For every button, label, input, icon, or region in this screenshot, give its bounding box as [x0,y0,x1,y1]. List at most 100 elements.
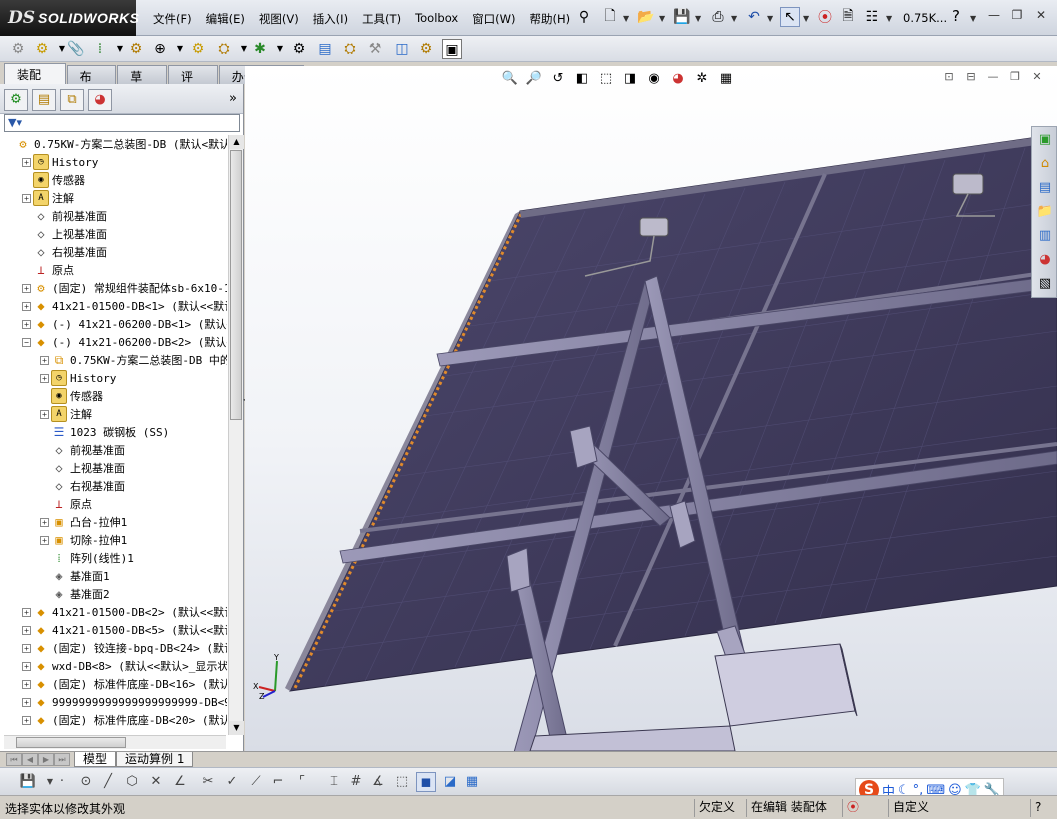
expand-plus-icon[interactable]: + [40,535,49,545]
appearances-icon[interactable]: ◕ [1034,249,1056,271]
solidworks-resources-icon[interactable]: ▣ [1034,129,1056,151]
view-orientation-icon[interactable]: ⬚ [596,69,616,89]
tree-node[interactable]: + ◆ wxd-DB<8> (默认<<默认>_显示状态 [22,657,227,675]
tree-filter-input[interactable]: ▼▾ [4,114,240,132]
menu-item-0[interactable]: 文件(F) [146,9,199,29]
tree-node[interactable]: ◉ 传感器 [40,387,103,405]
last-tab-icon[interactable]: ⏭ [54,753,70,766]
trim-icon[interactable]: ✕ [146,772,166,792]
check-icon[interactable]: ✓ [222,772,242,792]
save-dropdown-icon[interactable]: ▼ [695,14,701,23]
tree-node[interactable]: ☰ 1023 碳钢板 (SS) [40,423,170,441]
section-view-icon[interactable]: ◧ [572,69,592,89]
tree-node[interactable]: ◇ 前视基准面 [22,207,107,225]
options-dropdown-icon[interactable]: ▼ [886,14,892,23]
menu-item-2[interactable]: 视图(V) [252,9,306,29]
command-tab-3[interactable]: 评估 [168,65,218,101]
tree-node[interactable]: + ◆ (固定) 铰连接-bpq-DB<24> (默认 [22,639,227,657]
tree-node[interactable]: + ▣ 凸台-拉伸1 [40,513,127,531]
grid-icon[interactable]: # [346,772,366,792]
expand-plus-icon[interactable]: + [22,715,31,725]
expand-plus-icon[interactable]: + [22,319,31,329]
graphics-area[interactable]: 🔍 🔎 ↺ ◧ ⬚ ◨ ◉ ◕ ✲ ▦ ⊡ ⊟ — ❐ ✕ ▣ ⌂ ▤ 📁 ▥ … [245,66,1057,751]
display-style-icon[interactable]: ◨ [620,69,640,89]
minimize-window-icon[interactable]: — [985,8,1003,24]
solidworks-logo[interactable]: DS SOLIDWORKS [0,0,139,36]
menu-item-4[interactable]: 工具(T) [355,9,408,29]
bill-of-materials-icon[interactable]: ▤ [315,39,335,59]
save-icon[interactable]: 💾 [18,772,38,792]
menu-item-5[interactable]: Toolbox [408,9,465,29]
tab-motion-study[interactable]: 运动算例 1 [116,752,194,767]
view-palette-icon[interactable]: ▥ [1034,225,1056,247]
expand-plus-icon[interactable]: + [22,643,31,653]
table-icon[interactable]: ▦ [462,772,482,792]
print-dropdown-icon[interactable]: ▼ [731,14,737,23]
first-tab-icon[interactable]: ⏮ [6,753,22,766]
property-manager-tab-icon[interactable]: ▤ [32,89,56,111]
tree-node[interactable]: + ⚙ (固定) 常规组件装配体sb-6x10-15 [22,279,227,297]
menu-item-1[interactable]: 编辑(E) [199,9,252,29]
expand-plus-icon[interactable]: + [22,607,31,617]
horizontal-scroll-thumb[interactable] [16,737,126,748]
rebuild-status-icon[interactable]: ⦿ [842,799,863,817]
tree-node[interactable]: + ◆ 41x21-01500-DB<1> (默认<<默认>_ [22,297,227,315]
angle-dimension-icon[interactable]: ∡ [368,772,388,792]
new-part-icon[interactable]: ⚙ [32,39,52,59]
previous-view-icon[interactable]: ↺ [548,69,568,89]
rebuild-traffic-light-icon[interactable]: ⦿ [815,7,835,27]
corner-icon[interactable]: ⌐ [268,772,288,792]
reference-geometry-icon[interactable]: ✱ [250,39,270,59]
viewport-close-icon[interactable]: ✕ [1029,70,1045,84]
cut-icon[interactable]: ✂ [198,772,218,792]
save-icon[interactable]: 💾 [672,7,692,27]
expand-plus-icon[interactable]: + [22,283,31,293]
circle-icon[interactable]: ⊙ [76,772,96,792]
tree-node[interactable]: ◈ 基准面1 [40,567,109,585]
point-icon[interactable]: · [52,772,72,792]
tree-node[interactable]: + ⧉ 0.75KW-方案二总装图-DB 中的配 [40,351,227,369]
scroll-down-icon[interactable]: ▼ [229,721,244,735]
undo-icon[interactable]: ↶ [744,7,764,27]
viewport-tile-icon[interactable]: ⊡ [941,70,957,84]
help-bubble-icon[interactable]: ? [1030,799,1045,817]
custom-properties-icon[interactable]: ▧ [1034,273,1056,295]
tree-node[interactable]: + ◆ 41x21-01500-DB<2> (默认<<默认>_ [22,603,227,621]
new-motion-study-icon[interactable]: ⚙ [289,39,309,59]
select-arrow-icon[interactable]: ↖ [780,7,800,27]
menu-item-6[interactable]: 窗口(W) [465,9,522,29]
collapse-minus-icon[interactable]: − [22,337,31,347]
apply-scene-icon[interactable]: ✲ [692,69,712,89]
tree-vertical-scrollbar[interactable]: ▲ ▼ [228,135,244,735]
file-properties-icon[interactable]: 🗎 [838,7,858,27]
open-folder-icon[interactable]: 📂 [636,7,656,27]
file-explorer-icon[interactable]: ▤ [1034,177,1056,199]
solar-tracker-model[interactable] [245,66,1057,751]
expand-chevron-icon[interactable]: » [229,91,237,106]
tree-node[interactable]: −◆ (-) 41x21-06200-DB<2> (默认<<默 [22,333,227,351]
next-tab-icon[interactable]: ▶ [38,753,54,766]
linear-pattern-icon[interactable]: ⁞ [90,39,110,59]
zoom-to-fit-icon[interactable]: 🔍 [500,69,520,89]
expand-plus-icon[interactable]: + [40,355,49,365]
command-tab-2[interactable]: 草图 [117,65,168,101]
menu-item-7[interactable]: 帮助(H) [523,9,578,29]
open-dropdown-icon[interactable]: ▼ [659,14,665,23]
insert-component-icon[interactable]: ⚙ [8,39,28,59]
design-library-icon[interactable]: ⌂ [1034,153,1056,175]
expand-plus-icon[interactable]: + [40,517,49,527]
dropdown-icon[interactable]: ▼ [170,39,190,59]
interference-detection-icon[interactable]: ◫ [392,39,412,59]
pin-icon[interactable]: ⚲ [574,7,594,27]
tree-node[interactable]: + ◆ 41x21-01500-DB<5> (默认<<默认>_ [22,621,227,639]
expand-plus-icon[interactable]: + [22,679,31,689]
smart-fasteners-icon[interactable]: ⚙ [126,39,146,59]
explode-line-sketch-icon[interactable]: ⚒ [365,39,385,59]
assembly-features-icon[interactable]: ⛭ [214,39,234,59]
print-icon[interactable]: ⎙ [708,7,728,27]
dimension-icon[interactable]: ⌶ [324,772,344,792]
tree-node[interactable]: ◈ 基准面2 [40,585,109,603]
edit-appearance-icon[interactable]: ◕ [668,69,688,89]
expand-plus-icon[interactable]: + [40,373,49,383]
polygon-icon[interactable]: ⬡ [122,772,142,792]
